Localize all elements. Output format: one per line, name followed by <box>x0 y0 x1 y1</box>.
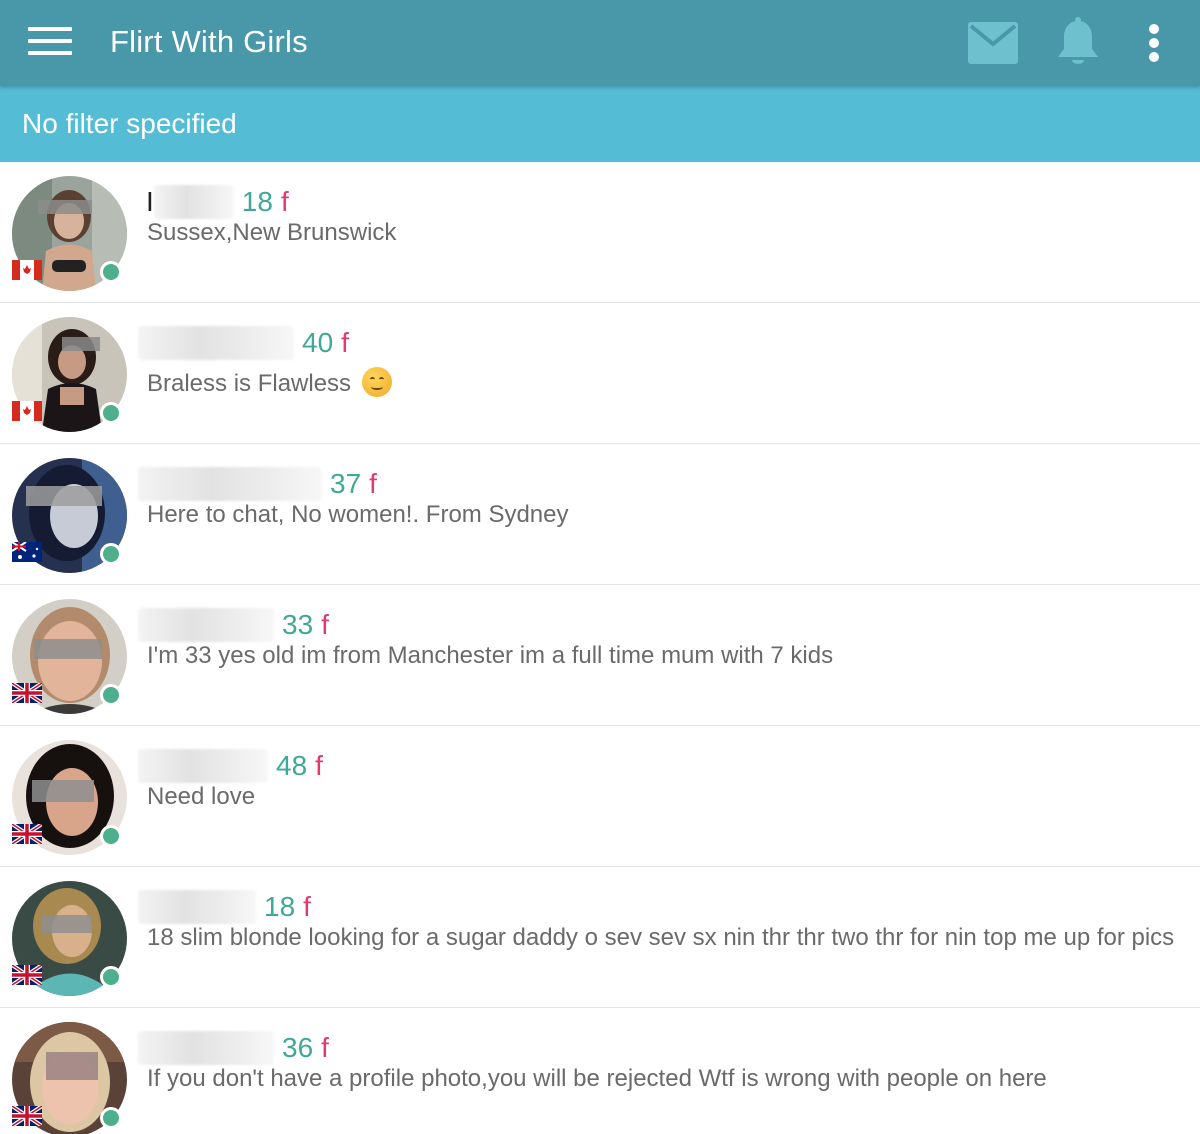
flag-uk-icon <box>12 824 42 844</box>
profile-bio-text: Braless is Flawless <box>147 370 352 397</box>
online-status-icon <box>100 684 122 706</box>
profile-age: 36 <box>282 1032 314 1063</box>
profile-age: 48 <box>276 750 308 781</box>
smiling-emoji-icon <box>361 367 392 397</box>
profile-name-line: 40 f <box>138 325 349 361</box>
flag-uk-icon <box>12 965 42 985</box>
profile-gender: f <box>369 468 377 499</box>
profile-gender: f <box>321 609 329 640</box>
profile-age: 37 <box>330 468 362 499</box>
profile-name-line: 36 f <box>138 1030 329 1066</box>
profile-name-line: 33 f <box>138 607 329 643</box>
profile-gender: f <box>321 1032 329 1063</box>
hamburger-menu-icon[interactable] <box>28 27 72 59</box>
profile-row[interactable]: 36 f If you don't have a profile photo,y… <box>0 1008 1200 1134</box>
profile-gender: f <box>315 750 323 781</box>
online-status-icon <box>100 966 122 988</box>
profile-age: 33 <box>282 609 314 640</box>
name-redaction <box>138 467 322 501</box>
profile-age: 18 <box>264 891 296 922</box>
online-status-icon <box>100 402 122 424</box>
online-status-icon <box>100 825 122 847</box>
profile-row[interactable]: 18 f 18 slim blonde looking for a sugar … <box>0 867 1200 1008</box>
profile-gender: f <box>280 186 289 217</box>
online-status-icon <box>100 1107 122 1129</box>
name-redaction <box>138 608 274 642</box>
bell-icon[interactable] <box>1056 17 1100 69</box>
profile-name-line: 37 f <box>138 466 377 502</box>
profile-bio: I'm 33 yes old im from Manchester im a f… <box>147 642 834 669</box>
profile-gender: f <box>303 891 311 922</box>
name-redaction <box>138 749 268 783</box>
filter-label: No filter specified <box>22 108 237 139</box>
filter-bar[interactable]: No filter specified <box>0 86 1200 162</box>
name-redaction <box>138 890 256 924</box>
profile-row[interactable]: 48 f Need love <box>0 726 1200 867</box>
flag-canada-icon <box>12 260 42 280</box>
profile-bio: Sussex,New Brunswick <box>147 219 397 246</box>
profile-name-line: I 18 f <box>138 184 289 220</box>
app-title: Flirt With Girls <box>110 24 308 59</box>
profile-bio: Need love <box>147 783 256 810</box>
app-bar: Flirt With Girls <box>0 0 1200 86</box>
profile-bio: 18 slim blonde looking for a sugar daddy… <box>147 924 1175 951</box>
flag-uk-icon <box>12 683 42 703</box>
profile-row[interactable]: 37 f Here to chat, No women!. From Sydne… <box>0 444 1200 585</box>
name-redaction <box>138 1031 274 1065</box>
name-redaction <box>153 185 234 219</box>
profile-name: I <box>146 186 154 217</box>
flag-uk-icon <box>12 1106 42 1126</box>
profile-bio: Braless is Flawless <box>147 367 1177 398</box>
flag-australia-icon <box>12 542 42 562</box>
online-status-icon <box>100 261 122 283</box>
profile-bio: Here to chat, No women!. From Sydney <box>147 501 569 528</box>
profile-row[interactable]: 40 f Braless is Flawless <box>0 303 1200 444</box>
profile-name-line: 18 f <box>138 889 311 925</box>
online-status-icon <box>100 543 122 565</box>
name-redaction <box>138 326 294 360</box>
profile-name-line: 48 f <box>138 748 323 784</box>
more-vert-icon[interactable] <box>1136 20 1172 66</box>
mail-icon[interactable] <box>968 22 1018 64</box>
profile-gender: f <box>341 327 349 358</box>
profile-age: 18 <box>241 186 273 217</box>
profile-row[interactable]: 33 f I'm 33 yes old im from Manchester i… <box>0 585 1200 726</box>
flag-canada-icon <box>12 401 42 421</box>
profile-list: I 18 f Sussex,New Brunswick 40 f Braless… <box>0 162 1200 1134</box>
profile-bio: If you don't have a profile photo,you wi… <box>147 1065 1047 1092</box>
profile-age: 40 <box>302 327 334 358</box>
profile-row[interactable]: I 18 f Sussex,New Brunswick <box>0 162 1200 303</box>
